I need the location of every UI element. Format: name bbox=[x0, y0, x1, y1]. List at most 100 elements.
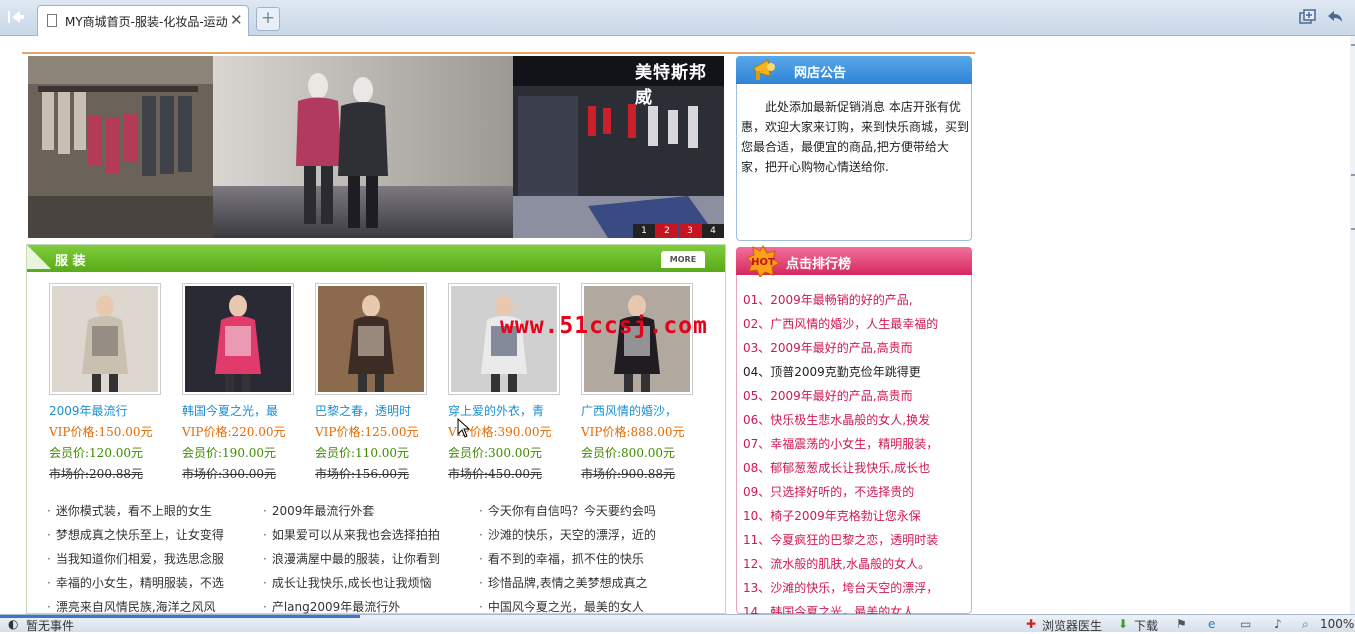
product-name-link[interactable]: 穿上爱的外衣，青 bbox=[448, 402, 560, 419]
ie-icon[interactable]: e bbox=[1208, 617, 1215, 631]
scroll-marker bbox=[1351, 44, 1355, 46]
product-name-link[interactable]: 韩国今夏之光，最 bbox=[182, 402, 294, 419]
vip-price: VIP价格:888.00元 bbox=[581, 425, 685, 439]
notice-header: 网店公告 bbox=[736, 56, 972, 84]
news-link[interactable]: 浪漫满屋中最的服装，让你看到 bbox=[263, 547, 478, 571]
window-icon[interactable]: ▭ bbox=[1240, 617, 1251, 631]
product-image[interactable] bbox=[581, 283, 693, 395]
news-link[interactable]: 产lang2009年最流行外 bbox=[263, 595, 478, 614]
status-icon: ◐ bbox=[8, 617, 19, 631]
ranking-item-link[interactable]: 13、沙滩的快乐，垮台天空的漂浮， bbox=[743, 576, 969, 600]
mouse-cursor-icon bbox=[457, 418, 471, 438]
ranking-item-link[interactable]: 03、2009年最好的产品,高贵而 bbox=[743, 336, 969, 360]
notice-box: 网店公告 此处添加最新促销消息 本店开张有优惠，欢迎大家来订购，来到快乐商城，买… bbox=[736, 56, 972, 241]
store-banner[interactable]: 美特斯邦威 1234 bbox=[28, 56, 724, 238]
product-image[interactable] bbox=[315, 283, 427, 395]
product-card[interactable]: 韩国今夏之光，最 VIP价格:220.00元 会员价:190.00元 市场价:300.… bbox=[182, 283, 294, 482]
page-content: 美特斯邦威 1234 服 装 MORE 2009年最流行 VIP价格:150.00… bbox=[0, 36, 1355, 614]
zoom-icon[interactable]: ⌕ bbox=[1302, 617, 1309, 632]
news-link[interactable]: 看不到的幸福，抓不住的快乐 bbox=[479, 547, 694, 571]
vertical-scrollbar[interactable] bbox=[1350, 36, 1355, 614]
slide-number-button[interactable]: 1 bbox=[633, 224, 655, 238]
product-name-link[interactable]: 2009年最流行 bbox=[49, 402, 161, 419]
product-image[interactable] bbox=[448, 283, 560, 395]
ranking-box: HOT 点击排行榜 01、2009年最畅销的好的产品, 02、广西风情的婚沙，人生… bbox=[736, 245, 972, 614]
ranking-item-link[interactable]: 01、2009年最畅销的好的产品, bbox=[743, 288, 969, 312]
news-link[interactable]: 漂亮来自风情民族,海洋之风风 bbox=[47, 595, 262, 614]
news-link[interactable]: 幸福的小女生，精明服装，不选 bbox=[47, 571, 262, 595]
browser-doctor-button[interactable]: 浏览器医生 bbox=[1042, 617, 1102, 634]
market-price: 市场价:200.88元 bbox=[49, 467, 144, 481]
product-image[interactable] bbox=[182, 283, 294, 395]
news-link[interactable]: 当我知道你们相爱，我选思念服 bbox=[47, 547, 262, 571]
volume-icon[interactable]: ♪ bbox=[1274, 617, 1282, 631]
top-divider bbox=[22, 52, 975, 54]
news-link[interactable]: 珍惜品牌,表情之美梦想成真之 bbox=[479, 571, 694, 595]
ranking-item-link[interactable]: 08、郁郁葱葱成长让我快乐,成长也 bbox=[743, 456, 969, 480]
ranking-item-link[interactable]: 12、流水般的肌肤,水晶般的女人。 bbox=[743, 552, 969, 576]
close-tab-icon[interactable]: ✕ bbox=[230, 11, 243, 29]
member-price: 会员价:300.00元 bbox=[448, 446, 543, 460]
news-list-2: 2009年最流行外套如果爱可以从来我也会选择拍拍浪漫满屋中最的服装，让你看到成长… bbox=[263, 499, 478, 614]
tab-group-icon[interactable] bbox=[1298, 9, 1318, 27]
ranking-item-link[interactable]: 10、椅子2009年克格勃让您永保 bbox=[743, 504, 969, 528]
status-bar: ◐ 暂无事件 ✚ 浏览器医生 ⬇ 下载 ⚑ e ▭ ♪ ⌕ 100% bbox=[0, 614, 1355, 634]
slide-number-button[interactable]: 4 bbox=[702, 224, 724, 238]
tab-title: MY商城首页-服装-化妆品-运动 bbox=[65, 15, 228, 29]
clothing-section: 服 装 MORE 2009年最流行 VIP价格:150.00元 会员价:120.00… bbox=[26, 244, 726, 614]
extension-icon[interactable]: ⚑ bbox=[1176, 617, 1187, 631]
product-card[interactable]: 巴黎之春，透明时 VIP价格:125.00元 会员价:110.00元 市场价:156.… bbox=[315, 283, 427, 482]
hot-badge-text: HOT bbox=[751, 257, 775, 268]
scroll-marker bbox=[1351, 174, 1355, 176]
ranking-item-link[interactable]: 06、快乐极生悲水晶般的女人,换发 bbox=[743, 408, 969, 432]
new-tab-button[interactable]: + bbox=[256, 7, 280, 31]
ranking-item-link[interactable]: 04、顶普2009克勤克俭年跳得更 bbox=[743, 360, 969, 384]
banner-image bbox=[28, 56, 724, 238]
watermark-text: www.51ccsj.com bbox=[500, 313, 708, 339]
ranking-item-link[interactable]: 02、广西风情的婚沙，人生最幸福的 bbox=[743, 312, 969, 336]
download-icon: ⬇ bbox=[1118, 617, 1129, 631]
news-link[interactable]: 梦想成真之快乐至上，让女变得 bbox=[47, 523, 262, 547]
product-card[interactable]: 2009年最流行 VIP价格:150.00元 会员价:120.00元 市场价:200.… bbox=[49, 283, 161, 482]
scroll-marker bbox=[1351, 228, 1355, 230]
news-link[interactable]: 沙滩的快乐，天空的漂浮，近的 bbox=[479, 523, 694, 547]
download-button[interactable]: 下载 bbox=[1134, 617, 1158, 634]
vip-price: VIP价格:150.00元 bbox=[49, 425, 153, 439]
product-name-link[interactable]: 巴黎之春，透明时 bbox=[315, 402, 427, 419]
more-button[interactable]: MORE bbox=[661, 251, 705, 268]
member-price: 会员价:120.00元 bbox=[49, 446, 144, 460]
sidebar-toggle-icon[interactable] bbox=[6, 9, 26, 27]
slide-pager: 1234 bbox=[632, 224, 724, 238]
vip-price: VIP价格:125.00元 bbox=[315, 425, 419, 439]
undo-close-icon[interactable] bbox=[1325, 9, 1345, 27]
section-title: 服 装 bbox=[55, 254, 86, 269]
ranking-item-link[interactable]: 11、今夏疯狂的巴黎之恋，透明时装 bbox=[743, 528, 969, 552]
ranking-list: 01、2009年最畅销的好的产品, 02、广西风情的婚沙，人生最幸福的 03、200… bbox=[743, 288, 969, 614]
news-link[interactable]: 中国风今夏之光，最美的女人 bbox=[479, 595, 694, 614]
market-price: 市场价:900.88元 bbox=[581, 467, 676, 481]
browser-tab[interactable]: MY商城首页-服装-化妆品-运动 ✕ bbox=[37, 5, 249, 36]
section-corner-icon bbox=[27, 245, 51, 269]
zoom-level[interactable]: 100% bbox=[1320, 617, 1354, 631]
news-link[interactable]: 2009年最流行外套 bbox=[263, 499, 478, 523]
product-name-link[interactable]: 广西风情的婚沙， bbox=[581, 402, 693, 419]
news-list-3: 今天你有自信吗？今天要约会吗沙滩的快乐，天空的漂浮，近的看不到的幸福，抓不住的快… bbox=[479, 499, 694, 614]
news-link[interactable]: 迷你模式装，看不上眼的女生 bbox=[47, 499, 262, 523]
market-price: 市场价:300.00元 bbox=[182, 467, 277, 481]
megaphone-icon bbox=[753, 59, 775, 80]
news-link[interactable]: 成长让我快乐,成长也让我烦恼 bbox=[263, 571, 478, 595]
slide-number-button[interactable]: 3 bbox=[679, 224, 701, 238]
ranking-item-link[interactable]: 09、只选择好听的，不选择贵的 bbox=[743, 480, 969, 504]
news-link[interactable]: 今天你有自信吗？今天要约会吗 bbox=[479, 499, 694, 523]
ranking-item-link[interactable]: 14、韩国今夏之光，最美的女人 bbox=[743, 600, 969, 614]
news-link[interactable]: 如果爱可以从来我也会选择拍拍 bbox=[263, 523, 478, 547]
market-price: 市场价:450.00元 bbox=[448, 467, 543, 481]
section-header: 服 装 MORE bbox=[27, 245, 725, 272]
shop-sign: 美特斯邦威 bbox=[635, 63, 707, 108]
ranking-title: 点击排行榜 bbox=[786, 257, 852, 272]
product-image[interactable] bbox=[49, 283, 161, 395]
doctor-icon: ✚ bbox=[1026, 617, 1037, 631]
slide-number-button[interactable]: 2 bbox=[656, 224, 678, 238]
ranking-item-link[interactable]: 05、2009年最好的产品,高贵而 bbox=[743, 384, 969, 408]
ranking-item-link[interactable]: 07、幸福震荡的小女生，精明服装， bbox=[743, 432, 969, 456]
